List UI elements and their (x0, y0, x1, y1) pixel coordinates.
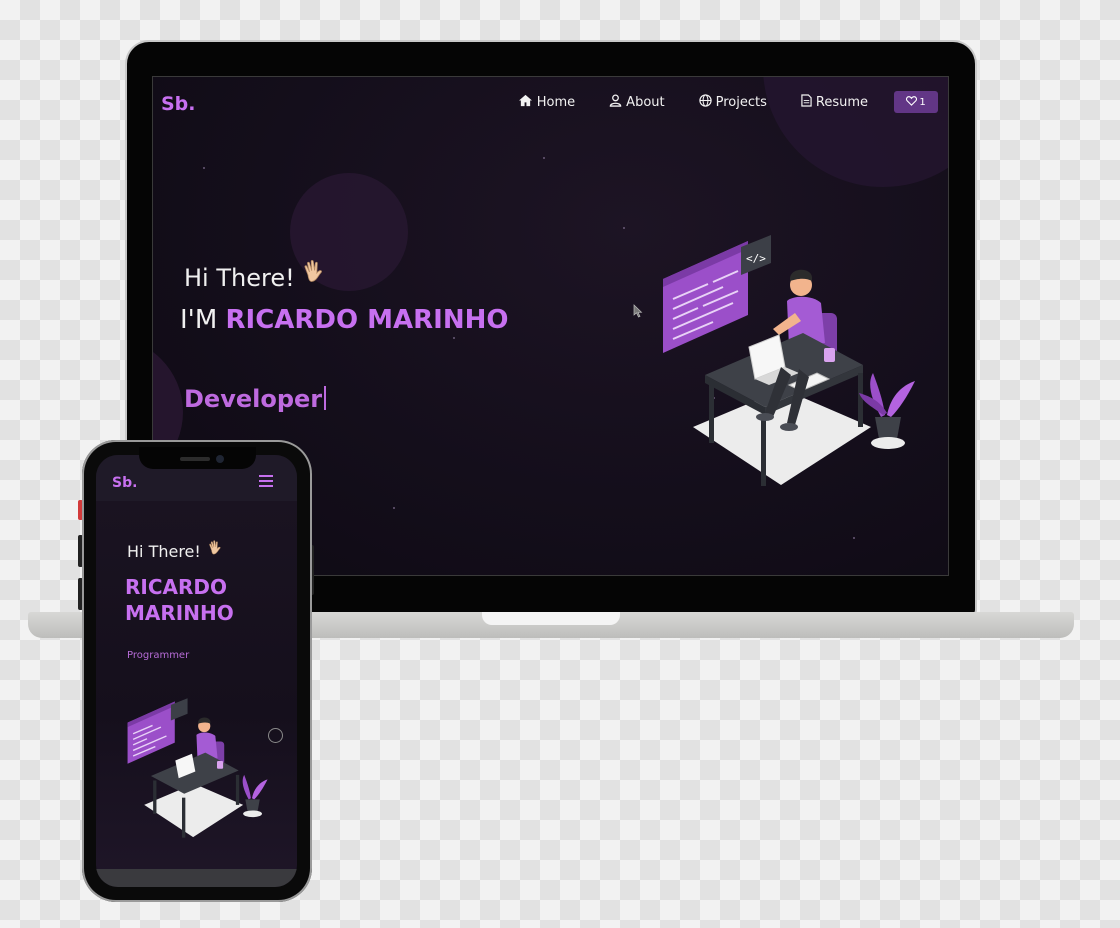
mouse-pointer-icon (633, 303, 643, 322)
intro-heading: I'M RICARDO MARINHO (180, 305, 508, 335)
star (543, 157, 545, 159)
heart-icon (906, 95, 919, 109)
hero-name: RICARDO MARINHO (225, 305, 509, 335)
mobile-name-line2: MARINHO (125, 601, 234, 625)
typewriter-role: Developer (184, 385, 327, 413)
star (203, 167, 205, 169)
user-icon (609, 93, 626, 111)
menu-bar (259, 480, 273, 482)
mobile-hero-name: RICARDO MARINHO (125, 574, 234, 626)
navbar: Home About Projects Resume 1 (484, 91, 938, 113)
like-button[interactable]: 1 (894, 91, 938, 113)
home-icon (518, 94, 537, 111)
greeting-text: Hi There! (184, 264, 295, 292)
menu-bar (259, 485, 273, 487)
star (453, 337, 455, 339)
nav-label-projects: Projects (715, 94, 767, 110)
star (393, 507, 395, 509)
mobile-greeting-text: Hi There! (127, 542, 201, 561)
nav-item-home[interactable]: Home (518, 94, 575, 111)
document-icon (801, 93, 816, 111)
svg-text:</>: </> (746, 252, 766, 265)
phone-speaker (180, 457, 210, 461)
star (623, 227, 625, 229)
waving-hand-icon (207, 539, 225, 561)
nav-label-resume: Resume (815, 94, 868, 110)
brand-logo[interactable]: Sb. (161, 93, 196, 115)
like-count: 1 (919, 96, 926, 108)
role-text: Developer (184, 385, 323, 413)
globe-icon (698, 93, 716, 111)
mobile-bottom-bar (96, 869, 297, 887)
phone-camera (216, 455, 224, 463)
nav-label-home: Home (536, 94, 576, 110)
intro-prefix: I'M (180, 305, 218, 335)
menu-bar (259, 475, 273, 477)
mobile-role-text: Programmer (127, 650, 190, 661)
nav-label-about: About (626, 94, 665, 110)
developer-illustration: </> (653, 217, 923, 501)
mobile-greeting-heading: Hi There! (127, 539, 225, 561)
mobile-brand-logo[interactable]: Sb. (112, 475, 137, 491)
hamburger-menu-icon[interactable] (259, 475, 273, 490)
laptop-notch (482, 612, 620, 625)
text-cursor (324, 386, 327, 410)
nav-item-resume[interactable]: Resume (801, 93, 868, 111)
mobile-developer-illustration (122, 687, 272, 849)
mobile-name-line1: RICARDO (125, 575, 228, 599)
mobile-screen: Sb. Hi There! RICARDO MARINHO Programmer (96, 455, 297, 887)
greeting-heading: Hi There! (184, 258, 329, 292)
nav-item-projects[interactable]: Projects (698, 93, 767, 111)
star (853, 537, 855, 539)
nav-item-about[interactable]: About (609, 93, 665, 111)
waving-hand-icon (301, 258, 329, 292)
